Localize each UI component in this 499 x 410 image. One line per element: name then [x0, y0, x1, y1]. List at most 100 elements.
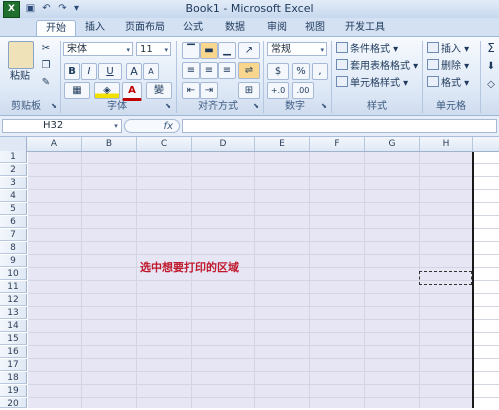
name-box-dropdown-icon[interactable]: ▾ [111, 119, 121, 133]
bold-button[interactable]: B [64, 63, 80, 80]
row-header[interactable]: 15 [0, 333, 27, 345]
gridline [28, 358, 499, 359]
column-header[interactable]: H [420, 137, 473, 151]
borders-icon[interactable]: ▦ [64, 82, 90, 99]
row-header[interactable]: 8 [0, 242, 27, 254]
tab-view[interactable]: 视图 [298, 20, 332, 35]
row-header[interactable]: 4 [0, 190, 27, 202]
gridline [28, 293, 499, 294]
delete-cells-icon [427, 59, 439, 70]
merge-center-icon[interactable]: ⊞ [238, 82, 260, 99]
tab-developer[interactable]: 开发工具 [338, 20, 392, 35]
column-header[interactable]: D [192, 137, 255, 151]
fill-color-icon[interactable]: ◈ [94, 82, 120, 99]
row-header[interactable]: 6 [0, 216, 27, 228]
row-header[interactable]: 18 [0, 372, 27, 384]
shrink-font-button[interactable]: A [143, 63, 159, 80]
clipboard-launcher-icon[interactable]: ⬊ [50, 102, 58, 110]
selection-border [472, 151, 474, 408]
format-as-table-button[interactable]: 套用表格格式 ▾ [336, 59, 418, 73]
row-header[interactable]: 7 [0, 229, 27, 241]
align-bottom-icon[interactable]: ▁ [218, 42, 236, 59]
font-name-combo[interactable]: 宋体 ▾ [63, 42, 133, 56]
orientation-icon[interactable]: ↗ [238, 42, 260, 59]
column-header[interactable]: G [365, 137, 420, 151]
fill-icon[interactable]: ⬇ [484, 59, 498, 74]
tab-review[interactable]: 审阅 [260, 20, 294, 35]
copy-icon[interactable]: ❐ [40, 58, 52, 73]
column-header[interactable]: C [137, 137, 192, 151]
group-separator [422, 41, 423, 113]
row-header[interactable]: 17 [0, 359, 27, 371]
row-header[interactable]: 1 [0, 151, 27, 163]
format-cells-button[interactable]: 格式 ▾ [427, 76, 469, 90]
increase-indent-icon[interactable]: ⇥ [200, 82, 218, 99]
format-painter-icon[interactable]: ✎ [40, 75, 52, 90]
cut-icon[interactable]: ✂ [40, 41, 52, 56]
worksheet-grid[interactable]: A B C D E F G H 1 2 3 4 5 6 7 8 9 10 11 … [0, 137, 499, 409]
format-cells-icon [427, 76, 439, 87]
name-box[interactable]: H32 [2, 119, 122, 133]
clear-icon[interactable]: ◇ [484, 77, 498, 92]
row-header[interactable]: 10 [0, 268, 27, 280]
increase-decimal-icon[interactable]: +.0 [267, 82, 289, 99]
tab-formulas[interactable]: 公式 [176, 20, 210, 35]
paste-button[interactable]: 粘贴 [4, 69, 36, 84]
gridline [28, 371, 499, 372]
alignment-launcher-icon[interactable]: ⬊ [252, 102, 260, 110]
row-header[interactable]: 20 [0, 398, 27, 409]
align-left-icon[interactable]: ≡ [182, 62, 200, 79]
row-header[interactable]: 9 [0, 255, 27, 267]
select-all-corner[interactable] [0, 137, 27, 151]
row-header[interactable]: 11 [0, 281, 27, 293]
row-header[interactable]: 14 [0, 320, 27, 332]
tab-page-layout[interactable]: 页面布局 [118, 20, 172, 35]
delete-cells-button[interactable]: 删除 ▾ [427, 59, 469, 73]
insert-cells-button[interactable]: 插入 ▾ [427, 42, 469, 56]
decrease-decimal-icon[interactable]: .00 [292, 82, 314, 99]
align-middle-icon[interactable]: ▬ [200, 42, 218, 59]
row-header[interactable]: 19 [0, 385, 27, 397]
currency-button[interactable]: $ [267, 63, 289, 80]
paste-icon[interactable] [8, 41, 34, 69]
wrap-text-icon[interactable]: ⇌ [238, 62, 260, 79]
insert-function-button[interactable]: fx [124, 119, 180, 133]
font-launcher-icon[interactable]: ⬊ [164, 102, 172, 110]
row-header[interactable]: 13 [0, 307, 27, 319]
conditional-formatting-button[interactable]: 条件格式 ▾ [336, 42, 398, 56]
underline-button[interactable]: U [98, 63, 122, 80]
active-cell-marquee[interactable] [419, 271, 472, 285]
tab-data[interactable]: 数据 [218, 20, 252, 35]
autosum-button[interactable]: Σ [484, 41, 498, 56]
formula-input[interactable] [182, 119, 497, 133]
comma-button[interactable]: , [312, 63, 328, 80]
number-launcher-icon[interactable]: ⬊ [320, 102, 328, 110]
font-color-button[interactable]: A [122, 82, 142, 101]
gridline [28, 384, 499, 385]
tab-home[interactable]: 开始 [36, 20, 76, 36]
ribbon: 粘贴 ✂ ❐ ✎ 剪贴板 ⬊ 宋体 ▾ 11 ▾ B I U A A ▦ ◈ A 變… [0, 37, 499, 116]
align-top-icon[interactable]: ▔ [182, 42, 200, 59]
cell-styles-button[interactable]: 单元格样式 ▾ [336, 76, 408, 90]
grow-font-button[interactable]: A [126, 63, 142, 80]
align-right-icon[interactable]: ≡ [218, 62, 236, 79]
percent-button[interactable]: % [292, 63, 310, 80]
number-format-combo[interactable]: 常规 ▾ [267, 42, 327, 56]
column-header[interactable]: B [82, 137, 137, 151]
column-header[interactable]: F [310, 137, 365, 151]
column-header[interactable]: E [255, 137, 310, 151]
phonetic-icon[interactable]: 變 [146, 82, 172, 99]
gridline [28, 345, 499, 346]
row-header[interactable]: 2 [0, 164, 27, 176]
align-center-icon[interactable]: ≡ [200, 62, 218, 79]
italic-button[interactable]: I [81, 63, 97, 80]
decrease-indent-icon[interactable]: ⇤ [182, 82, 200, 99]
row-header[interactable]: 16 [0, 346, 27, 358]
row-header[interactable]: 5 [0, 203, 27, 215]
font-size-combo[interactable]: 11 ▾ [136, 42, 171, 56]
row-header[interactable]: 12 [0, 294, 27, 306]
row-header[interactable]: 3 [0, 177, 27, 189]
tab-insert[interactable]: 插入 [78, 20, 112, 35]
column-header[interactable]: A [27, 137, 82, 151]
gridline [28, 306, 499, 307]
